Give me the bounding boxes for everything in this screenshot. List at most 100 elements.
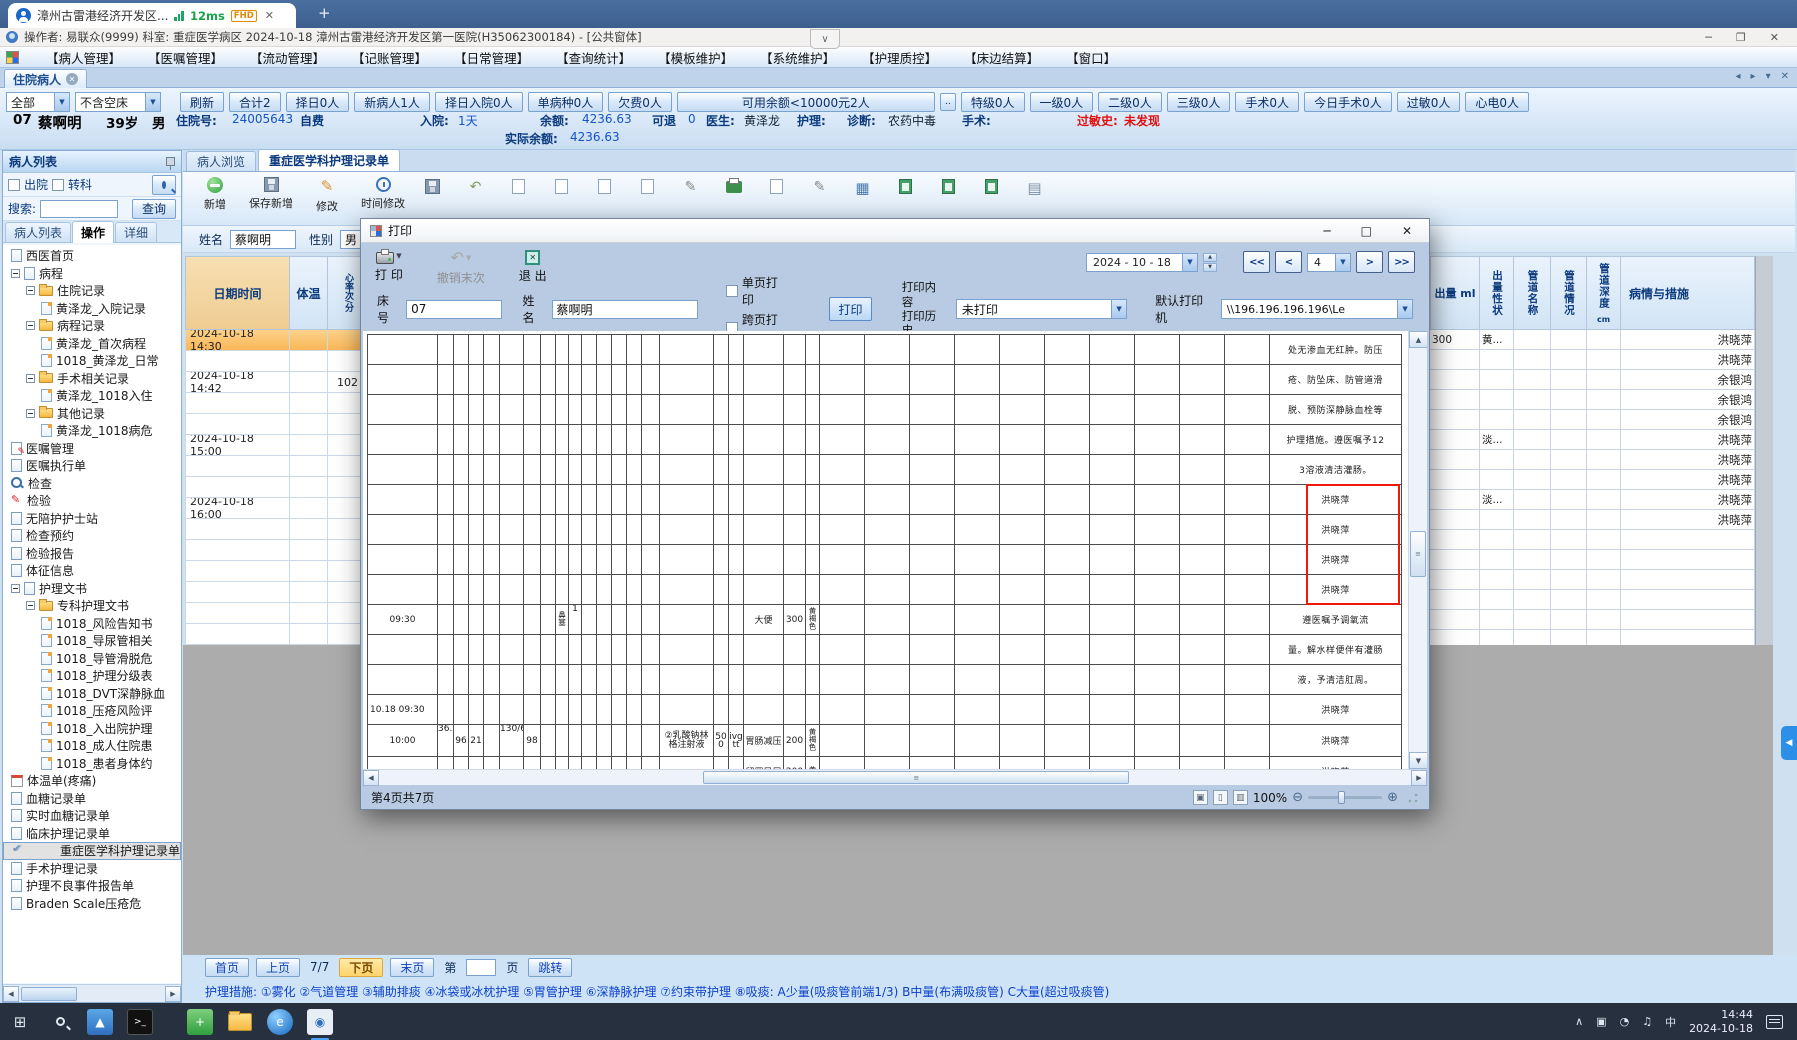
menu-item[interactable]: 【床边结算】 — [964, 48, 1039, 67]
scroll-right-icon[interactable]: ▸ — [1751, 71, 1756, 82]
filter-button[interactable]: 欠费0人 — [608, 92, 672, 112]
toolbar-icon-slot[interactable] — [626, 177, 669, 194]
filter-button[interactable]: 二级0人 — [1098, 92, 1162, 112]
menu-item[interactable]: 【窗口】 — [1066, 48, 1116, 67]
toolbar-icon-slot[interactable] — [970, 177, 1013, 194]
close-icon[interactable]: ✕ — [1770, 31, 1779, 44]
pin-icon[interactable] — [166, 157, 175, 170]
search-input[interactable] — [40, 199, 119, 218]
tree-item[interactable]: 1018_DVT深静脉血 — [3, 685, 181, 703]
table-row[interactable]: 淡... 洪晓萍 — [1430, 430, 1755, 450]
zoom-slider[interactable] — [1308, 791, 1383, 804]
table-row[interactable] — [185, 414, 368, 435]
search-button[interactable] — [152, 174, 176, 195]
toolbar-icon-slot[interactable] — [841, 177, 884, 197]
table-row[interactable]: 淡... 洪晓萍 — [1430, 490, 1755, 510]
toolbar-icon-slot[interactable] — [1013, 177, 1056, 197]
page-number-select[interactable]: 4 ▼ — [1307, 252, 1351, 272]
col-condition[interactable]: 病情与措施 — [1621, 256, 1755, 330]
menu-item[interactable]: 【模板维护】 — [658, 48, 733, 67]
tree-item[interactable]: 临床护理记录单 — [3, 825, 181, 843]
col-output[interactable]: 出量 ml — [1430, 256, 1480, 330]
tree-item[interactable]: 西医首页 — [3, 247, 181, 265]
table-row[interactable]: 余银鸿 — [1430, 410, 1755, 430]
table-row[interactable] — [1430, 610, 1755, 630]
tab-close-all-icon[interactable]: ✕ — [1781, 71, 1789, 82]
tree-item[interactable]: 护理文书 — [3, 580, 181, 598]
toolbar-icon-slot[interactable] — [540, 177, 583, 194]
exit-button[interactable]: ✕ 退 出 — [519, 248, 547, 284]
toolbar-icon-slot[interactable] — [411, 177, 454, 194]
start-button[interactable]: ⊞ — [0, 1003, 40, 1040]
first-page-button[interactable]: 首页 — [205, 957, 250, 977]
volume-icon[interactable]: ♫ — [1642, 1015, 1652, 1028]
tree-item[interactable]: 血糖记录单 — [3, 790, 181, 808]
tree-item[interactable]: 1018_入出院护理 — [3, 720, 181, 738]
table-row[interactable] — [185, 540, 368, 561]
tree-item[interactable]: 1018_成人住院患 — [3, 737, 181, 755]
scroll-right-icon[interactable]: ▶ — [165, 985, 181, 1002]
toolbar-icon-slot[interactable] — [454, 177, 497, 195]
tree-item[interactable]: 1018_风险告知书 — [3, 615, 181, 633]
tree-item[interactable]: 医嘱管理 — [3, 440, 181, 458]
filter-button[interactable]: 合计2 — [229, 92, 281, 112]
scroll-left-icon[interactable]: ◀ — [363, 769, 379, 786]
browser-app-icon[interactable]: e — [260, 1003, 300, 1040]
col-temp[interactable]: 体温 — [290, 256, 328, 330]
browser-tab[interactable]: 漳州古雷港经济开发区... 12ms FHD ✕ — [8, 3, 296, 28]
expand-icon[interactable] — [26, 373, 35, 383]
table-row[interactable]: 洪晓萍 — [1430, 470, 1755, 490]
tree-item[interactable]: 黄泽龙_1018病危 — [3, 422, 181, 440]
name-field[interactable]: 蔡啊明 — [230, 229, 297, 249]
toolbar-icon-slot[interactable] — [798, 177, 841, 195]
toolbar-button[interactable]: 修改 — [299, 177, 355, 214]
tray-expand-icon[interactable]: ∧ — [1575, 1015, 1583, 1028]
filter-button[interactable]: 可用余额<10000元2人 — [676, 92, 935, 112]
table-row[interactable]: 洪晓萍 — [1430, 510, 1755, 530]
zoom-out-icon[interactable]: ⊖ — [1292, 790, 1303, 805]
filter-button[interactable]: 过敏0人 — [1396, 92, 1461, 112]
dialog-minimize-icon[interactable]: ─ — [1323, 224, 1330, 238]
content-tab-0[interactable]: 病人浏览 — [186, 151, 257, 171]
jump-button[interactable]: 跳转 — [528, 957, 573, 977]
file-explorer-icon[interactable] — [220, 1003, 260, 1040]
toolbar-icon-slot[interactable] — [712, 177, 755, 193]
tree-item[interactable]: Braden Scale压疮危 — [3, 895, 181, 913]
new-tab-button[interactable]: + — [318, 4, 331, 22]
notification-icon[interactable] — [1766, 1014, 1783, 1029]
tree-item[interactable]: 重症医学科护理记录单 — [3, 842, 181, 860]
table-row[interactable] — [1430, 570, 1755, 590]
scroll-left-icon[interactable]: ◀ — [3, 985, 19, 1002]
filter-button[interactable]: 三级0人 — [1166, 92, 1231, 112]
tree-item[interactable]: 手术护理记录 — [3, 860, 181, 878]
more-button[interactable]: ‥ — [939, 93, 956, 111]
tree-item[interactable]: 其他记录 — [3, 405, 181, 423]
collapse-button[interactable]: ∨ — [810, 29, 840, 49]
table-row[interactable] — [185, 561, 368, 582]
expand-icon[interactable] — [26, 321, 35, 331]
scroll-right-icon[interactable]: ▶ — [1411, 769, 1427, 786]
scope-select[interactable]: 全部 ▼ — [6, 92, 70, 112]
table-row[interactable] — [185, 351, 368, 372]
tree-item[interactable]: 检查预约 — [3, 527, 181, 545]
table-row[interactable]: 余银鸿 — [1430, 390, 1755, 410]
filter-button[interactable]: 今日手术0人 — [1304, 92, 1392, 112]
tree-item[interactable]: 1018_护理分级表 — [3, 667, 181, 685]
first-record-button[interactable]: << — [1243, 251, 1270, 273]
tree-item[interactable]: 1018_导管滑脱危 — [3, 650, 181, 668]
table-row[interactable] — [1430, 590, 1755, 610]
table-vertical-scrollbar[interactable] — [1755, 256, 1773, 650]
table-row[interactable]: 300 黄... 洪晓萍 — [1430, 330, 1755, 350]
tree-item[interactable]: 病程 — [3, 265, 181, 283]
print-confirm-button[interactable]: 打印 — [829, 297, 872, 321]
toolbar-icon-slot[interactable] — [755, 177, 798, 194]
col-tube-depth[interactable]: 管道深度 cm — [1587, 256, 1621, 330]
tree-item[interactable]: 黄泽龙_1018入住 — [3, 387, 181, 405]
prev-record-button[interactable]: < — [1275, 251, 1302, 273]
tree-item[interactable]: 检验 — [3, 492, 181, 510]
date-spinner[interactable]: ▲ ▼ — [1203, 252, 1217, 272]
scrollbar-thumb[interactable] — [21, 986, 77, 1001]
undo-last-button[interactable]: ▼ 撤销末次 — [437, 248, 485, 286]
filter-button[interactable]: 单病种0人 — [527, 92, 604, 112]
scroll-down-icon[interactable]: ▼ — [1409, 752, 1427, 769]
